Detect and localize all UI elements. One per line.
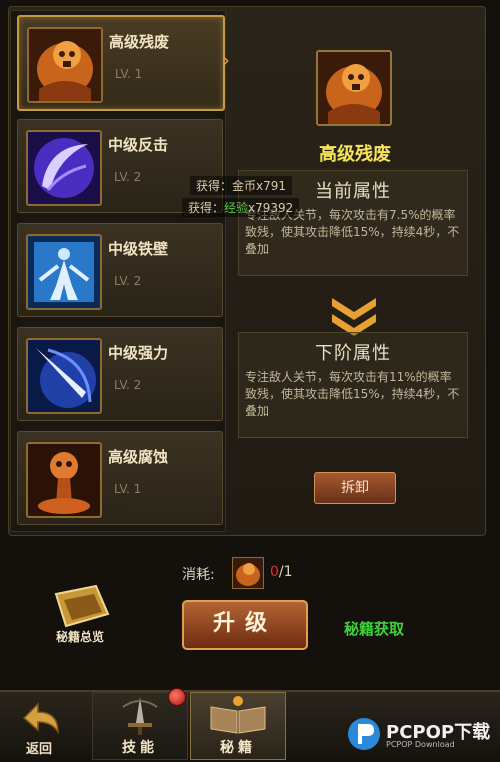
upgrade-button[interactable]: 升级 bbox=[182, 600, 308, 650]
book-overview-label: 秘籍总览 bbox=[55, 630, 104, 644]
next-attribute-header: 下阶属性 bbox=[315, 343, 391, 364]
reward-xp-prefix: 获得： bbox=[188, 201, 225, 215]
purple-slash-icon bbox=[26, 130, 102, 206]
book-overview-button[interactable]: 秘籍总览 bbox=[44, 584, 116, 648]
skill-level: LV. 1 bbox=[115, 67, 143, 81]
open-book-icon bbox=[210, 696, 266, 734]
watermark: PCPOP下载 PCPOP Download bbox=[346, 716, 496, 752]
orange-skull-cloak-icon bbox=[27, 27, 103, 103]
skill-detail: 高级残废 当前属性 专注敌人关节，每次攻击有7.5%的概率致残，使其攻击降低15… bbox=[230, 12, 480, 532]
tab-book[interactable]: 秘籍 bbox=[190, 692, 286, 760]
reward-xp: 获得：经验x79392 bbox=[182, 198, 300, 217]
skill-card-4[interactable]: 中级强力 LV. 2 bbox=[17, 327, 223, 421]
orange-corrosion-skull-icon bbox=[26, 442, 102, 518]
skill-title: 高级残废 bbox=[319, 144, 391, 165]
reward-gold-prefix: 获得： bbox=[196, 179, 233, 193]
tab-book-label: 秘籍 bbox=[220, 740, 256, 756]
skill-level: LV. 1 bbox=[114, 482, 142, 496]
orange-skull-cloak-icon bbox=[316, 50, 392, 126]
skill-name: 高级腐蚀 bbox=[108, 448, 169, 466]
back-arrow-icon bbox=[22, 702, 59, 735]
tab-skill-label: 技能 bbox=[122, 740, 158, 756]
skill-name: 高级残废 bbox=[109, 33, 170, 51]
skill-name: 中级反击 bbox=[108, 136, 169, 154]
book-scroll-icon bbox=[54, 584, 110, 628]
reward-gold-value: 金币x791 bbox=[232, 179, 287, 193]
reward-xp-value: x79392 bbox=[248, 201, 294, 215]
pcpop-logo-icon bbox=[348, 718, 380, 750]
reward-xp-label: 经验 bbox=[224, 201, 249, 215]
notification-dot bbox=[168, 688, 186, 706]
cost-have: 0 bbox=[270, 564, 279, 580]
skill-level: LV. 2 bbox=[114, 274, 142, 288]
cost-count: 0/1 bbox=[270, 564, 293, 580]
skill-card-1[interactable]: 高级残废 LV. 1 bbox=[17, 15, 225, 111]
skill-name: 中级强力 bbox=[108, 344, 169, 362]
skill-name: 中级铁壁 bbox=[108, 240, 169, 258]
get-book-link[interactable]: 秘籍获取 bbox=[344, 618, 404, 639]
next-attribute-text: 专注敌人关节，每次攻击有11%的概率致残，使其攻击降低15%，持续4秒，不叠加 bbox=[245, 370, 460, 418]
back-button[interactable]: 返回 bbox=[14, 698, 64, 758]
skill-level: LV. 2 bbox=[114, 378, 142, 392]
skill-level: LV. 2 bbox=[114, 170, 142, 184]
back-label: 返回 bbox=[25, 742, 52, 757]
cost-label: 消耗: bbox=[182, 567, 215, 583]
skill-card-3[interactable]: 中级铁壁 LV. 2 bbox=[17, 223, 223, 317]
reward-gold: 获得：金币x791 bbox=[190, 176, 293, 195]
watermark-sub: PCPOP Download bbox=[386, 740, 455, 749]
skill-list: 高级残废 LV. 1 中级反击 LV. 2 中级铁壁 LV. 2 中级强力 LV… bbox=[10, 10, 226, 532]
blue-spear-icon bbox=[26, 338, 102, 414]
upgrade-area: 消耗: 0/1 秘籍总览 升级 秘籍获取 bbox=[0, 540, 500, 690]
selected-arrow-icon: › bbox=[222, 48, 230, 72]
remove-button[interactable]: 拆卸 bbox=[314, 472, 396, 504]
cost-need: /1 bbox=[278, 564, 293, 580]
next-attribute-box: 下阶属性 专注敌人关节，每次攻击有11%的概率致残，使其攻击降低15%，持续4秒… bbox=[238, 332, 468, 438]
orange-skull-cloak-icon bbox=[232, 557, 264, 589]
skill-card-5[interactable]: 高级腐蚀 LV. 1 bbox=[17, 431, 223, 525]
blue-figure-shield-icon bbox=[26, 234, 102, 310]
